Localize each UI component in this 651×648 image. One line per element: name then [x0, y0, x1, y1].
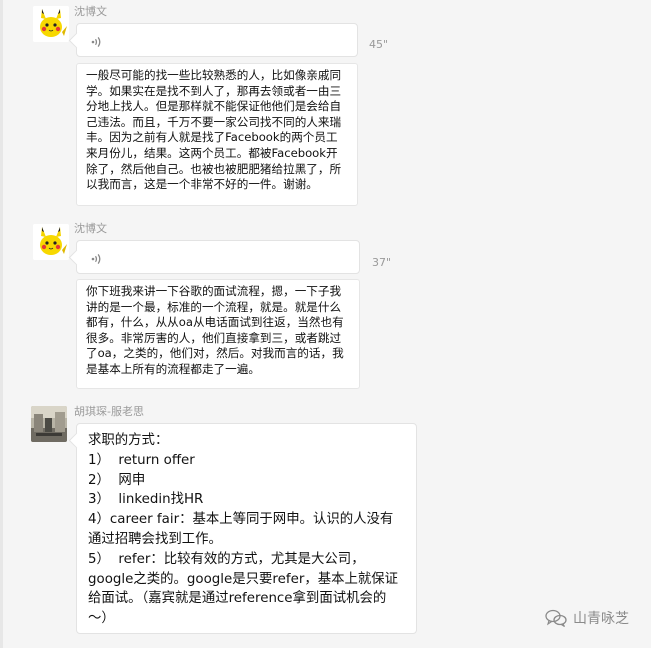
voice-message-bubble[interactable] [76, 240, 360, 274]
voice-transcript: 你下班我来讲一下谷歌的面试流程，摁，一下子我 讲的是一个最，标准的一个流程，就是… [76, 279, 360, 389]
chat-bubbles-icon [545, 609, 567, 627]
watermark-text: 山青咏芝 [573, 611, 629, 627]
pikachu-avatar-icon [33, 224, 69, 260]
avatar-photo[interactable] [31, 406, 67, 442]
voice-message-bubble[interactable] [76, 23, 358, 57]
sender-name: 沈博文 [74, 222, 107, 235]
watermark: 山青咏芝 [545, 608, 629, 628]
photo-avatar-icon [31, 406, 67, 442]
sender-name: 沈博文 [74, 5, 107, 18]
left-edge-bar [0, 0, 3, 648]
sender-name: 胡琪琛-服老思 [74, 405, 144, 418]
voice-duration: 45" [369, 38, 389, 51]
pikachu-avatar-icon [33, 6, 69, 42]
voice-duration: 37" [372, 256, 392, 269]
voice-transcript: 一般尽可能的找一些比较熟悉的人，比如像亲戚同 学。如果实在是找不到人了，那再去领… [76, 63, 358, 206]
avatar-pikachu[interactable] [33, 6, 69, 42]
text-message-bubble[interactable]: 求职的方式： 1） return offer 2） 网申 3） linkedin… [76, 423, 417, 634]
voice-wave-icon [91, 254, 101, 264]
voice-wave-icon [91, 37, 101, 47]
avatar-pikachu[interactable] [33, 224, 69, 260]
